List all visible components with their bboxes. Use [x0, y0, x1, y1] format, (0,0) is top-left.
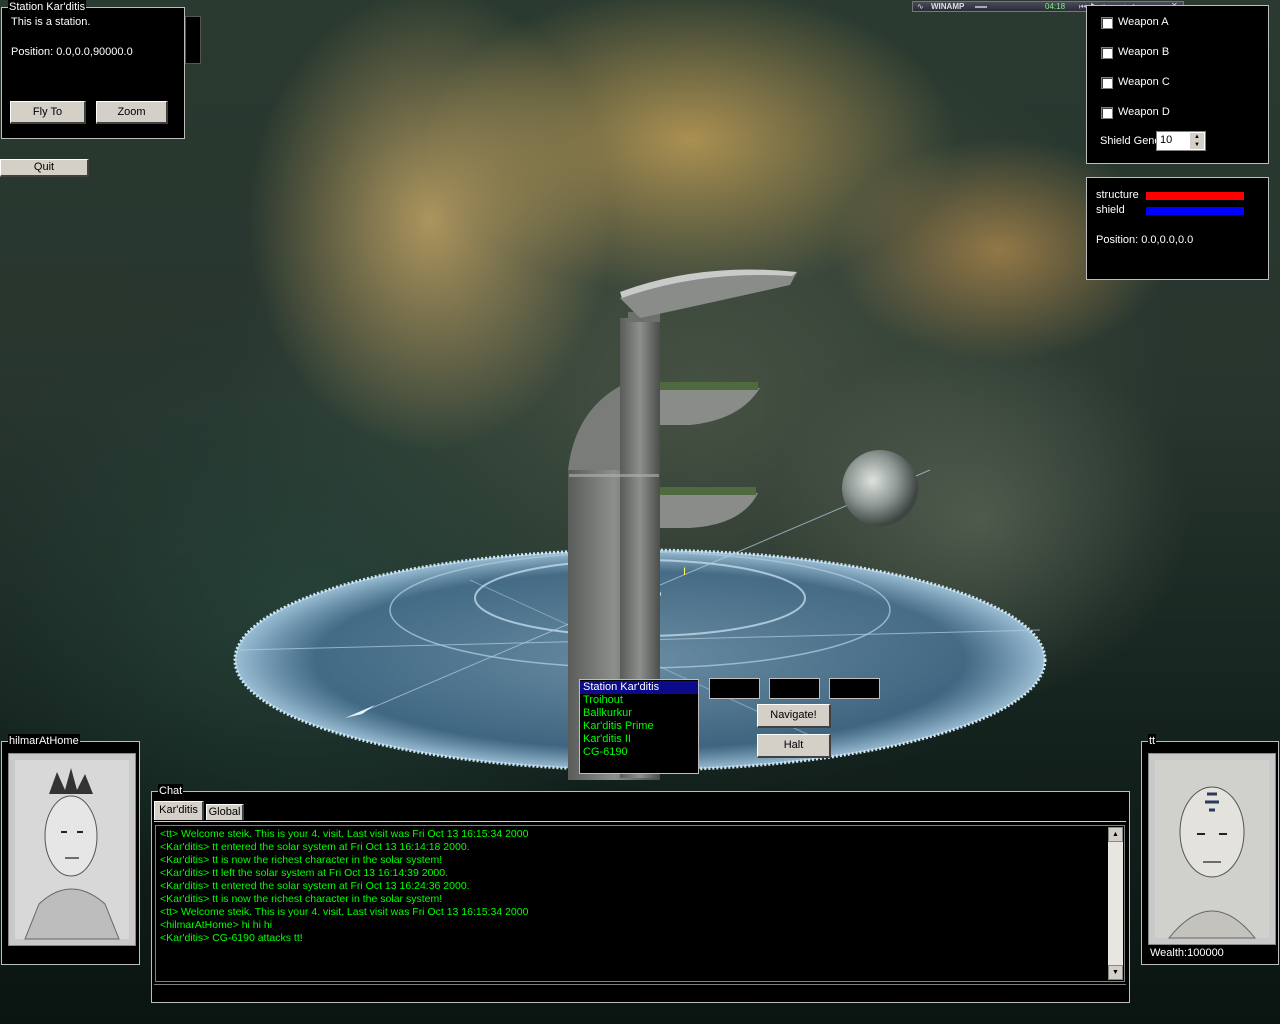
- chat-line: <tt> Welcome steik. This is your 4. visi…: [160, 828, 529, 840]
- shield-generator-label: Shield Gene: [1100, 135, 1156, 147]
- player-right-avatar: [1155, 760, 1269, 939]
- navigate-button[interactable]: Navigate!: [757, 704, 831, 728]
- player-right-name: tt: [1148, 734, 1157, 748]
- planet: [842, 450, 918, 526]
- spinner-down-icon[interactable]: ▼: [1190, 141, 1204, 149]
- navigation-target-list[interactable]: Station Kar'ditis Troihout Ballkurkur Kar'd…: [579, 679, 699, 774]
- shield-generator-spinner[interactable]: 10 ▲ ▼: [1156, 131, 1206, 151]
- chat-log-box: <tt> Welcome steik. This is your 4. visi…: [155, 825, 1125, 982]
- chat-input[interactable]: [154, 984, 1126, 1000]
- shield-generator-value: 10: [1160, 134, 1173, 146]
- weapon-b-checkbox[interactable]: [1101, 47, 1113, 59]
- player-right-panel: tt Wealth:100000: [1141, 734, 1279, 965]
- structure-bar: [1146, 192, 1244, 200]
- chat-log: <tt> Welcome steik. This is your 4. visi…: [160, 828, 1106, 945]
- player-left-portrait: [8, 753, 136, 946]
- shield-label: shield: [1096, 204, 1125, 216]
- winamp-menu-icon[interactable]: [975, 6, 987, 8]
- quit-button[interactable]: Quit: [0, 159, 89, 177]
- player-right-portrait: [1148, 753, 1276, 945]
- chat-title: Chat: [158, 784, 184, 798]
- nav-target-item[interactable]: Kar'ditis II: [580, 733, 698, 746]
- chat-line: <Kar'ditis> tt is now the richest charac…: [160, 854, 443, 866]
- nav-input-2[interactable]: [769, 678, 820, 699]
- ship-position: Position: 0.0,0.0,0.0: [1096, 234, 1194, 246]
- player-left-panel: hilmarAtHome: [1, 734, 140, 965]
- weapon-d-label: Weapon D: [1118, 106, 1170, 118]
- chat-tab-bar: Kar'ditis Global: [154, 801, 354, 822]
- chat-scrollbar[interactable]: ▲ ▼: [1108, 827, 1123, 980]
- weapon-a-label: Weapon A: [1118, 16, 1169, 28]
- halt-button[interactable]: Halt: [757, 734, 831, 758]
- spinner-up-icon[interactable]: ▲: [1190, 133, 1204, 141]
- nav-target-item[interactable]: Kar'ditis Prime: [580, 720, 698, 733]
- weapons-panel: Weapon A Weapon B Weapon C Weapon D Shie…: [1086, 5, 1269, 164]
- station-panel-side-tab: [185, 16, 201, 64]
- shield-bar: [1146, 207, 1244, 215]
- weapon-b-label: Weapon B: [1118, 46, 1170, 58]
- structure-label: structure: [1096, 189, 1139, 201]
- weapon-c-label: Weapon C: [1118, 76, 1170, 88]
- station-description: This is a station.: [11, 16, 91, 28]
- zoom-button[interactable]: Zoom: [96, 101, 168, 124]
- chat-line: <Kar'ditis> tt entered the solar system …: [160, 841, 470, 853]
- chat-line: <Kar'ditis> tt left the solar system at …: [160, 867, 448, 879]
- nav-input-1[interactable]: [709, 678, 760, 699]
- chat-line: <Kar'ditis> tt is now the richest charac…: [160, 893, 443, 905]
- station-panel: Station Kar'ditis This is a station. Pos…: [1, 0, 185, 139]
- nav-target-item[interactable]: CG-6190: [580, 746, 698, 759]
- chat-line: <Kar'ditis> tt entered the solar system …: [160, 880, 470, 892]
- tab-global[interactable]: Global: [206, 804, 244, 820]
- fly-to-button[interactable]: Fly To: [10, 101, 86, 124]
- nav-target-item[interactable]: Station Kar'ditis: [580, 681, 698, 694]
- winamp-logo-icon: ∿: [917, 2, 924, 11]
- chat-line: <tt> Welcome steik. This is your 4. visi…: [160, 906, 529, 918]
- ship-status-panel: structure shield Position: 0.0,0.0,0.0: [1086, 177, 1269, 280]
- weapon-a-checkbox[interactable]: [1101, 17, 1113, 29]
- chat-line: <hilmarAtHome> hi hi hi: [160, 919, 273, 931]
- winamp-time: 04:18: [1045, 2, 1066, 11]
- tab-kardtis[interactable]: Kar'ditis: [154, 801, 204, 820]
- crosshair-marker: I: [683, 566, 686, 578]
- nav-target-item[interactable]: Ballkurkur: [580, 707, 698, 720]
- winamp-title: WINAMP: [931, 2, 965, 11]
- weapon-c-checkbox[interactable]: [1101, 77, 1113, 89]
- scroll-down-icon[interactable]: ▼: [1108, 965, 1123, 980]
- nav-target-item[interactable]: Troihout: [580, 694, 698, 707]
- chat-panel: Chat Kar'ditis Global <tt> Welcome steik…: [151, 784, 1130, 1003]
- scroll-up-icon[interactable]: ▲: [1108, 827, 1123, 842]
- weapon-d-checkbox[interactable]: [1101, 107, 1113, 119]
- chat-line: <Kar'ditis> CG-6190 attacks tt!: [160, 932, 303, 944]
- nav-input-3[interactable]: [829, 678, 880, 699]
- station-panel-title: Station Kar'ditis: [8, 0, 87, 14]
- player-left-avatar: [15, 760, 129, 940]
- player-left-name: hilmarAtHome: [8, 734, 80, 748]
- station-position: Position: 0.0,0.0,90000.0: [11, 46, 133, 58]
- player-right-wealth: Wealth:100000: [1150, 947, 1224, 959]
